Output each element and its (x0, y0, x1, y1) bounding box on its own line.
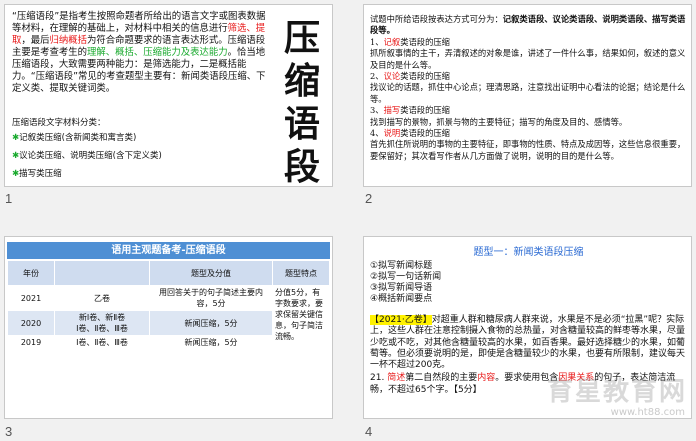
section: 2、议论类语段的压缩 (370, 71, 450, 82)
watermark: 育星教育网 (546, 377, 687, 407)
slide-thumbnail-1[interactable]: “压缩语段”是指考生按照命题者所给出的语言文字或图表数据等材料，在理解的基础上，… (4, 4, 333, 187)
section: 4、说明类语段的压缩 (370, 128, 450, 139)
list-item: ✱记叙类压缩(含新闻类和寓言类) (12, 133, 137, 143)
slide-thumbnail-2[interactable]: 试题中所给语段按表达方式可分为：记叙类语段、议论类语段、说明类语段、描写类语段等… (363, 4, 692, 187)
intro-paragraph: “压缩语段”是指考生按照命题者所给出的语言文字或图表数据等材料，在理解的基础上，… (12, 11, 266, 94)
section: 3、描写类语段的压缩 (370, 105, 450, 116)
slide-thumbnail-4[interactable]: 题型一：新闻类语段压缩 ①拟写新闻标题 ②拟写一句话新闻 ③拟写新闻导语 ④概括… (363, 236, 692, 419)
watermark-url: www.ht88.com (610, 407, 685, 418)
type-list: ①拟写新闻标题 ②拟写一句话新闻 ③拟写新闻导语 ④概括新闻要点 (370, 261, 442, 304)
slide-text: 试题中所给语段按表达方式可分为：记叙类语段、议论类语段、说明类语段、描写类语段等… (370, 14, 686, 161)
big-title: 压 缩 语 段 (283, 18, 320, 187)
table-row: 2021 乙卷 用回答关于的句子简述主要内容，5分 分值5分，有字数要求，要求保… (7, 285, 330, 350)
section: 1、记叙类语段的压缩 (370, 36, 450, 47)
exam-table: 年份 题型及分值 题型特点 2021 乙卷 用回答关于的句子简述主要内容，5分 … (7, 260, 330, 350)
slide-number: 1 (5, 191, 13, 206)
category-list: ✱记叙类压缩(含新闻类和寓言类) ✱议论类压缩、说明类压缩(含下定义类) ✱描写… (12, 131, 162, 185)
slide-title: 题型一：新闻类语段压缩 (473, 247, 584, 258)
slide-number: 4 (365, 424, 373, 439)
slide-thumbnail-3[interactable]: 语用主观题备考-压缩语段 年份 题型及分值 题型特点 2021 乙卷 用回答关于… (4, 236, 333, 419)
slide-number: 3 (5, 424, 13, 439)
list-item: ✱描写类压缩 (12, 169, 62, 179)
list-item: ✱议论类压缩、说明类压缩(含下定义类) (12, 151, 162, 161)
slide-number: 2 (365, 191, 373, 206)
category-subhead: 压缩语段文字材料分类： (12, 118, 106, 128)
slide-banner: 语用主观题备考-压缩语段 (7, 242, 330, 259)
